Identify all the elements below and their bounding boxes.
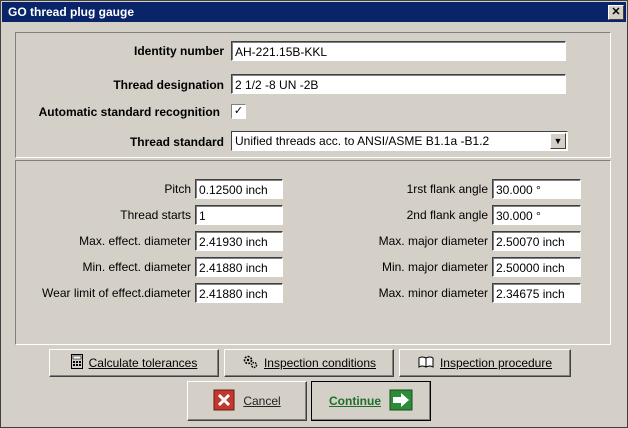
- auto-recognition-checkbox[interactable]: ✓: [231, 104, 246, 119]
- close-button[interactable]: ✕: [608, 5, 624, 20]
- inspection-procedure-button[interactable]: Inspection procedure: [399, 349, 571, 377]
- max-minor-diameter-label: Max. minor diameter: [378, 286, 488, 300]
- open-book-icon: [418, 356, 434, 371]
- calculator-icon: [70, 354, 83, 372]
- continue-label: Continue: [329, 394, 381, 408]
- window-title: GO thread plug gauge: [8, 5, 135, 19]
- cancel-button[interactable]: Cancel: [187, 381, 307, 421]
- min-effect-diameter-label: Min. effect. diameter: [82, 260, 192, 274]
- first-flank-angle-label: 1rst flank angle: [406, 182, 488, 196]
- title-bar[interactable]: GO thread plug gauge ✕: [2, 2, 626, 22]
- max-major-diameter-label: Max. major diameter: [378, 234, 488, 248]
- pitch-label: Pitch: [164, 182, 191, 196]
- wear-limit-field[interactable]: 2.41880 inch: [195, 283, 283, 303]
- thread-standard-label: Thread standard: [129, 135, 224, 149]
- min-effect-diameter-field[interactable]: 2.41880 inch: [195, 257, 283, 277]
- min-major-diameter-label: Min. major diameter: [381, 260, 488, 274]
- chevron-down-icon: ▼: [553, 136, 563, 146]
- inspection-procedure-label: Inspection procedure: [439, 356, 553, 370]
- dialog-window: GO thread plug gauge ✕ Identity number A…: [0, 0, 628, 428]
- max-effect-diameter-label: Max. effect. diameter: [79, 234, 191, 248]
- max-effect-diameter-field[interactable]: 2.41930 inch: [195, 231, 283, 251]
- identity-field[interactable]: AH-221.15B-KKL: [231, 41, 566, 61]
- gear-icon: [242, 354, 258, 372]
- continue-button[interactable]: Continue: [311, 381, 431, 421]
- second-flank-angle-field[interactable]: 30.000 °: [492, 205, 581, 225]
- thread-starts-field[interactable]: 1: [195, 205, 283, 225]
- arrow-right-icon: [389, 389, 413, 414]
- thread-designation-field[interactable]: 2 1/2 -8 UN -2B: [231, 74, 566, 94]
- second-flank-angle-label: 2nd flank angle: [406, 208, 488, 222]
- close-icon: ✕: [611, 6, 621, 18]
- calculate-tolerances-button[interactable]: Calculate tolerances: [49, 349, 219, 377]
- thread-starts-label: Thread starts: [120, 208, 191, 222]
- thread-standard-select[interactable]: Unified threads acc. to ANSI/ASME B1.1a …: [231, 131, 568, 151]
- cancel-label: Cancel: [243, 394, 281, 408]
- identity-label: Identity number: [133, 44, 224, 58]
- first-flank-angle-field[interactable]: 30.000 °: [492, 179, 581, 199]
- max-minor-diameter-field[interactable]: 2.34675 inch: [492, 283, 581, 303]
- thread-standard-value: Unified threads acc. to ANSI/ASME B1.1a …: [235, 134, 490, 148]
- wear-limit-label: Wear limit of effect.diameter: [42, 286, 191, 300]
- min-major-diameter-field[interactable]: 2.50000 inch: [492, 257, 581, 277]
- cancel-icon: [213, 389, 235, 414]
- pitch-field[interactable]: 0.12500 inch: [195, 179, 283, 199]
- calculate-tolerances-label: Calculate tolerances: [88, 356, 198, 370]
- inspection-conditions-label: Inspection conditions: [263, 356, 377, 370]
- thread-designation-label: Thread designation: [113, 78, 224, 92]
- auto-recognition-label: Automatic standard recognition: [38, 105, 220, 119]
- inspection-conditions-button[interactable]: Inspection conditions: [224, 349, 394, 377]
- check-icon: ✓: [233, 105, 244, 117]
- dropdown-button[interactable]: ▼: [550, 133, 566, 149]
- max-major-diameter-field[interactable]: 2.50070 inch: [492, 231, 581, 251]
